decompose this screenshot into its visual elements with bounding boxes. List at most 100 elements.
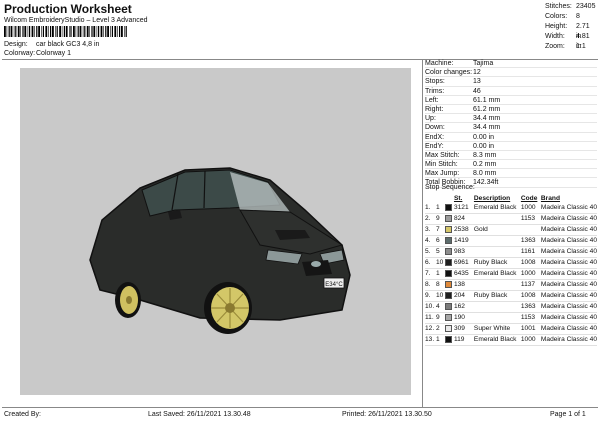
thread-color-swatch bbox=[444, 225, 452, 233]
row-number: 13. bbox=[425, 334, 436, 346]
needle-number: 2 bbox=[435, 323, 445, 335]
machine-row: Right: 61.2 mm bbox=[425, 105, 597, 115]
stitch-count: 190 bbox=[453, 312, 474, 324]
color-swatch bbox=[444, 246, 454, 258]
thread-brand: Madeira Classic 40 bbox=[540, 268, 597, 280]
table-row: 3. 7 2538 Gold Madeira Classic 40 bbox=[425, 224, 597, 236]
thread-color-swatch bbox=[444, 335, 452, 343]
machine-row: Left: 61.1 mm bbox=[425, 96, 597, 105]
stat-stitches: Stitches: 23405 bbox=[545, 3, 596, 10]
machine-row: Max Stitch: 8.3 mm bbox=[425, 151, 597, 161]
row-number: 4. bbox=[425, 235, 436, 247]
table-row: 5. 5 983 1161 Madeira Classic 40 bbox=[425, 246, 597, 258]
thread-description bbox=[473, 312, 521, 324]
color-swatch bbox=[444, 323, 454, 335]
color-swatch bbox=[444, 213, 454, 225]
stitch-count: 2538 bbox=[453, 224, 474, 236]
thread-description: Emerald Black bbox=[473, 334, 521, 346]
thread-color-swatch bbox=[444, 203, 452, 211]
stop-sequence-title: Stop Sequence: bbox=[425, 184, 475, 191]
color-swatch bbox=[444, 290, 454, 302]
col-description: Description bbox=[473, 195, 511, 202]
thread-code: 1000 bbox=[520, 268, 541, 280]
footer-divider bbox=[2, 407, 598, 408]
panel-divider bbox=[422, 59, 423, 407]
machine-row: EndX: 0.00 in bbox=[425, 133, 597, 142]
thread-brand: Madeira Classic 40 bbox=[540, 312, 597, 324]
machine-row: Machine: Tajima bbox=[425, 59, 597, 69]
table-row: 13. 1 119 Emerald Black 1000 Madeira Classic … bbox=[425, 334, 597, 346]
table-row: 12. 2 309 Super White 1001 Madeira Classic 40 bbox=[425, 323, 597, 335]
barcode bbox=[4, 26, 127, 37]
stitch-count: 138 bbox=[453, 279, 474, 291]
row-number: 11. bbox=[425, 312, 436, 324]
needle-number: 5 bbox=[435, 246, 445, 258]
needle-number: 8 bbox=[435, 279, 445, 291]
thread-brand: Madeira Classic 40 bbox=[540, 323, 597, 335]
color-swatch bbox=[444, 334, 454, 346]
thread-brand: Madeira Classic 40 bbox=[540, 334, 597, 346]
thread-color-swatch bbox=[444, 313, 452, 321]
needle-number: 10 bbox=[435, 257, 445, 269]
machine-info: Machine: Tajima Color changes: 12 Stops: 13… bbox=[425, 59, 597, 188]
needle-number: 4 bbox=[435, 301, 445, 313]
page-title: Production Worksheet bbox=[4, 2, 132, 16]
stat-height: Height: 2.71 in bbox=[545, 23, 590, 40]
color-swatch bbox=[444, 279, 454, 291]
stitch-count: 119 bbox=[453, 334, 474, 346]
thread-code: 1363 bbox=[520, 235, 541, 247]
stitch-count: 824 bbox=[453, 213, 474, 225]
row-number: 12. bbox=[425, 323, 436, 335]
thread-description: Ruby Black bbox=[473, 290, 521, 302]
thread-brand: Madeira Classic 40 bbox=[540, 224, 597, 236]
color-swatch bbox=[444, 312, 454, 324]
stat-width: Width: 4.81 in bbox=[545, 33, 590, 50]
stitch-count: 162 bbox=[453, 301, 474, 313]
design-label: Design: bbox=[4, 41, 28, 48]
thread-code: 1363 bbox=[520, 301, 541, 313]
table-row: 10. 4 162 1363 Madeira Classic 40 bbox=[425, 301, 597, 313]
software-subtitle: Wilcom EmbroideryStudio – Level 3 Advanc… bbox=[4, 17, 148, 24]
stitch-count: 6961 bbox=[453, 257, 474, 269]
thread-code: 1008 bbox=[520, 290, 541, 302]
thread-brand: Madeira Classic 40 bbox=[540, 279, 597, 291]
thread-description bbox=[473, 246, 521, 258]
colorway-label: Colorway: bbox=[4, 50, 36, 57]
thread-description: Super White bbox=[473, 323, 521, 335]
thread-code: 1153 bbox=[520, 213, 541, 225]
thread-description: Gold bbox=[473, 224, 521, 236]
needle-number: 9 bbox=[435, 312, 445, 324]
footer-printed: Printed: 26/11/2021 13.30.50 bbox=[342, 411, 432, 418]
thread-color-swatch bbox=[444, 258, 452, 266]
row-number: 10. bbox=[425, 301, 436, 313]
color-swatch bbox=[444, 203, 454, 214]
color-swatch bbox=[444, 257, 454, 269]
table-row: 8. 8 138 1137 Madeira Classic 40 bbox=[425, 279, 597, 291]
design-preview-canvas: E34°C bbox=[20, 68, 411, 395]
row-number: 9. bbox=[425, 290, 436, 302]
row-number: 3. bbox=[425, 224, 436, 236]
thread-color-swatch bbox=[444, 269, 452, 277]
thread-code: 1000 bbox=[520, 203, 541, 214]
col-brand: Brand bbox=[540, 195, 560, 202]
row-number: 5. bbox=[425, 246, 436, 258]
machine-row: Down: 34.4 mm bbox=[425, 123, 597, 133]
stitch-count: 309 bbox=[453, 323, 474, 335]
thread-code: 1001 bbox=[520, 323, 541, 335]
thread-brand: Madeira Classic 40 bbox=[540, 246, 597, 258]
thread-code: 1000 bbox=[520, 334, 541, 346]
design-stats: Stitches: 23405 Colors: 8 Height: 2.71 in W… bbox=[545, 2, 597, 52]
table-row: 6. 10 6961 Ruby Black 1008 Madeira Classic 40 bbox=[425, 257, 597, 269]
thread-brand: Madeira Classic 40 bbox=[540, 203, 597, 214]
design-value: car black GC3 4,8 in bbox=[36, 41, 100, 48]
footer-last-saved: Last Saved: 26/11/2021 13.30.48 bbox=[148, 411, 251, 418]
thread-code: 1161 bbox=[520, 246, 541, 258]
thread-code: 1153 bbox=[520, 312, 541, 324]
color-swatch bbox=[444, 235, 454, 247]
needle-number: 9 bbox=[435, 213, 445, 225]
machine-row: Stops: 13 bbox=[425, 77, 597, 87]
stitch-count: 3121 bbox=[453, 203, 474, 214]
color-swatch bbox=[444, 301, 454, 313]
needle-number: 6 bbox=[435, 235, 445, 247]
thread-brand: Madeira Classic 40 bbox=[540, 235, 597, 247]
